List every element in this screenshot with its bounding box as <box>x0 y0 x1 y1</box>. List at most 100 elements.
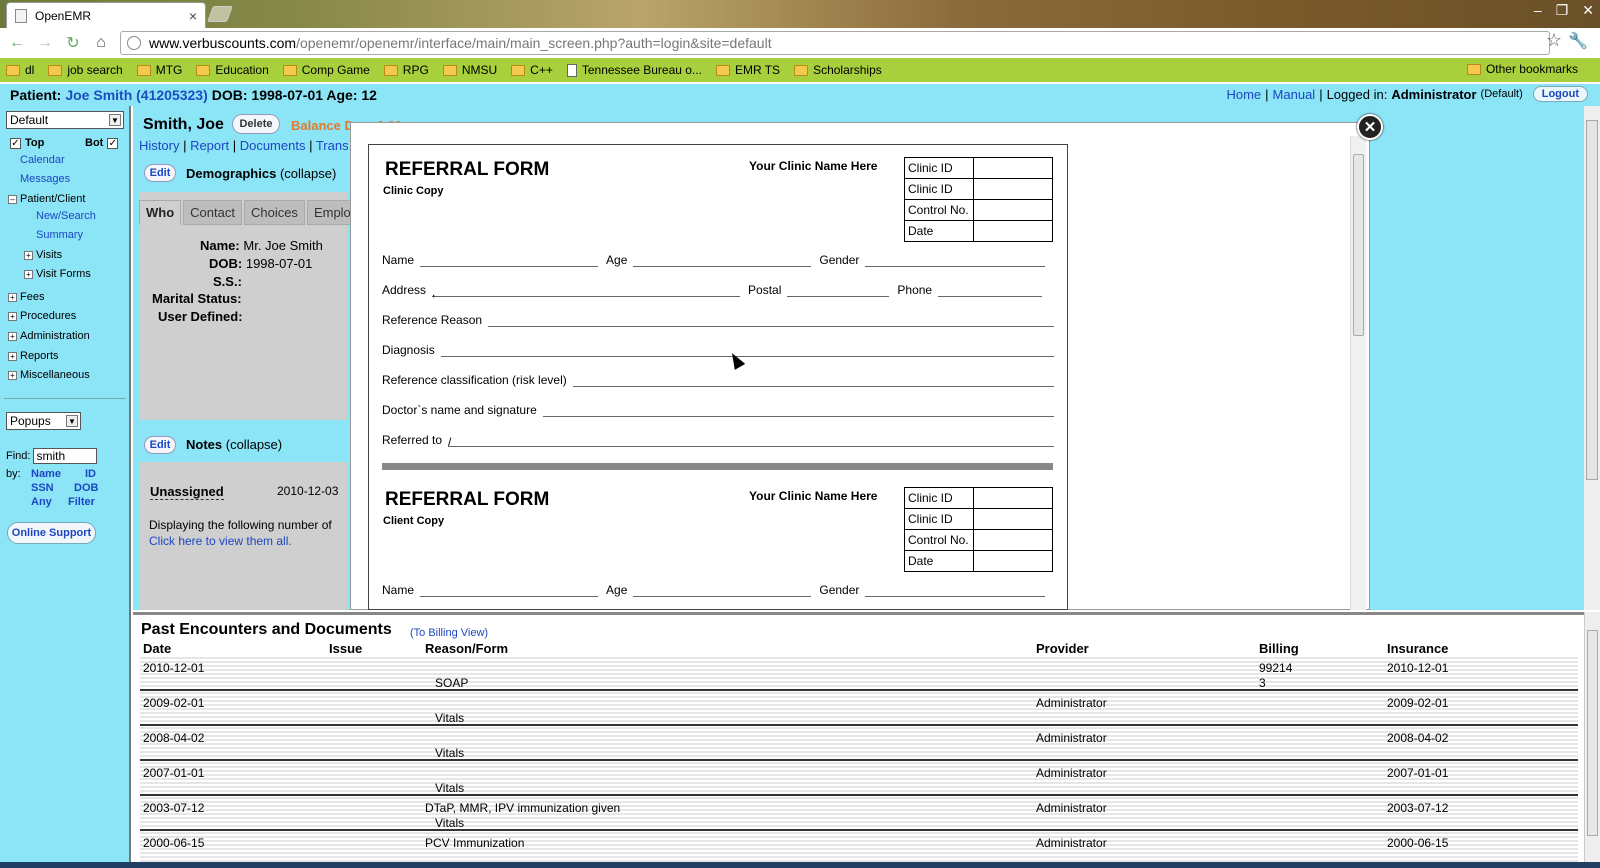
gender-field[interactable] <box>865 255 1046 267</box>
expand-icon[interactable]: + <box>8 370 17 380</box>
transactions-link[interactable]: Trans <box>316 138 349 153</box>
clinic-id-field[interactable] <box>973 178 1053 200</box>
billing-view-link[interactable]: (To Billing View) <box>410 627 488 639</box>
col-date[interactable]: Date <box>143 641 171 656</box>
minimize-icon[interactable]: – <box>1534 2 1542 19</box>
bookmark-item[interactable]: Education <box>196 63 269 77</box>
table-row[interactable]: 2007-01-01 Vitals Administrator 2007-01-… <box>140 762 1578 796</box>
nav-summary[interactable]: Summary <box>36 229 83 241</box>
encounters-scrollbar[interactable] <box>1584 612 1600 862</box>
expand-icon[interactable]: + <box>8 311 17 321</box>
tab-choices[interactable]: Choices <box>243 200 305 225</box>
bookmark-item[interactable]: C++ <box>511 63 553 77</box>
other-bookmarks[interactable]: Other bookmarks <box>1466 62 1578 76</box>
nav-visit-forms[interactable]: Visit Forms <box>36 268 91 280</box>
nav-reports[interactable]: Reports <box>20 350 59 362</box>
demographics-edit-button[interactable]: Edit <box>144 164 176 182</box>
view-all-notes-link[interactable]: Click here to view them all. <box>149 534 292 548</box>
bookmark-item[interactable]: job search <box>48 63 123 77</box>
bookmark-star-icon[interactable]: ☆ <box>1546 30 1562 51</box>
search-by-name[interactable]: Name <box>31 468 61 480</box>
forward-icon[interactable]: → <box>34 32 56 54</box>
home-icon[interactable]: ⌂ <box>90 32 112 54</box>
col-reason[interactable]: Reason/Form <box>425 641 508 656</box>
expand-icon[interactable]: + <box>8 292 17 302</box>
manual-link[interactable]: Manual <box>1273 87 1316 102</box>
online-support-button[interactable]: Online Support <box>7 522 96 544</box>
bot-toggle[interactable]: Bot ✓ <box>85 137 122 149</box>
age-field[interactable] <box>633 585 812 597</box>
bookmark-item[interactable]: MTG <box>136 63 182 77</box>
bookmark-item[interactable]: dl <box>6 63 34 77</box>
control-no-field[interactable] <box>973 199 1053 221</box>
col-insurance[interactable]: Insurance <box>1387 641 1448 656</box>
clinic-id-field[interactable] <box>973 487 1053 509</box>
table-row[interactable]: 2003-07-12 DTaP, MMR, IPV immunization g… <box>140 797 1578 831</box>
checkbox-icon[interactable]: ✓ <box>10 137 21 149</box>
postal-field[interactable] <box>787 285 890 297</box>
search-by-id[interactable]: ID <box>85 468 96 480</box>
date-field[interactable] <box>973 220 1053 242</box>
modal-scrollbar[interactable] <box>1350 136 1366 610</box>
close-icon[interactable]: ✕ <box>1357 114 1383 140</box>
nav-calendar[interactable]: Calendar <box>20 154 65 166</box>
close-window-icon[interactable]: ✕ <box>1582 2 1594 19</box>
nav-patient-client[interactable]: Patient/Client <box>20 193 85 205</box>
search-by-any[interactable]: Any <box>31 496 52 508</box>
risk-level-field[interactable] <box>572 375 1054 387</box>
collapse-icon[interactable]: – <box>8 194 17 204</box>
search-filter[interactable]: Filter <box>68 496 95 508</box>
nav-new-search[interactable]: New/Search <box>36 210 96 222</box>
bookmark-item[interactable]: NMSU <box>442 63 497 77</box>
gender-field[interactable] <box>865 585 1046 597</box>
find-input[interactable]: smith <box>33 448 98 464</box>
notes-header[interactable]: Notes (collapse) <box>186 437 282 452</box>
demographics-header[interactable]: Demographics (collapse) <box>186 166 336 181</box>
report-link[interactable]: Report <box>190 138 229 153</box>
diagnosis-field[interactable] <box>440 345 1054 357</box>
scroll-thumb[interactable] <box>1353 154 1364 336</box>
expand-icon[interactable]: + <box>8 331 17 341</box>
browser-tab[interactable]: OpenEMR × <box>6 2 206 28</box>
notes-edit-button[interactable]: Edit <box>144 436 176 454</box>
col-provider[interactable]: Provider <box>1036 641 1089 656</box>
nav-administration[interactable]: Administration <box>20 330 90 342</box>
home-link[interactable]: Home <box>1226 87 1261 102</box>
clinic-id-field[interactable] <box>973 508 1053 530</box>
referred-to-field[interactable]: / <box>448 435 1054 449</box>
tab-contact[interactable]: Contact <box>183 200 242 225</box>
nav-visits[interactable]: Visits <box>36 249 62 261</box>
date-field[interactable] <box>973 550 1053 572</box>
expand-icon[interactable]: + <box>8 351 17 361</box>
popups-select[interactable]: Popups ▼ <box>6 412 81 430</box>
search-by-dob[interactable]: DOB <box>74 482 98 494</box>
address-field[interactable]: , <box>432 285 741 299</box>
logout-button[interactable]: Logout <box>1532 86 1588 102</box>
bookmark-item[interactable]: Tennessee Bureau o... <box>566 63 702 77</box>
nav-messages[interactable]: Messages <box>20 173 70 185</box>
close-icon[interactable]: × <box>189 8 197 24</box>
expand-icon[interactable]: + <box>24 269 33 279</box>
bookmark-item[interactable]: Comp Game <box>282 63 370 77</box>
table-row[interactable]: 2008-04-02 Vitals Administrator 2008-04-… <box>140 727 1578 761</box>
reference-reason-field[interactable] <box>488 315 1054 327</box>
history-link[interactable]: History <box>139 138 179 153</box>
nav-fees[interactable]: Fees <box>20 291 44 303</box>
phone-field[interactable] <box>938 285 1043 297</box>
documents-link[interactable]: Documents <box>240 138 306 153</box>
checkbox-icon[interactable]: ✓ <box>107 137 119 149</box>
name-field[interactable] <box>420 585 599 597</box>
bookmark-item[interactable]: Scholarships <box>794 63 882 77</box>
view-select[interactable]: Default ▼ <box>6 111 124 129</box>
age-field[interactable] <box>633 255 812 267</box>
nav-procedures[interactable]: Procedures <box>20 310 76 322</box>
table-row[interactable]: 2010-12-01 SOAP 99214 3 2010-12-01 <box>140 657 1578 691</box>
patient-name-link[interactable]: Joe Smith (41205323) <box>65 87 207 103</box>
bookmark-item[interactable]: RPG <box>383 63 429 77</box>
name-field[interactable] <box>420 255 599 267</box>
wrench-icon[interactable]: 🔧 <box>1568 31 1588 51</box>
col-issue[interactable]: Issue <box>329 641 362 656</box>
back-icon[interactable]: ← <box>6 32 28 54</box>
main-scrollbar[interactable] <box>1583 106 1600 610</box>
table-row[interactable]: 2009-02-01 Vitals Administrator 2009-02-… <box>140 692 1578 726</box>
